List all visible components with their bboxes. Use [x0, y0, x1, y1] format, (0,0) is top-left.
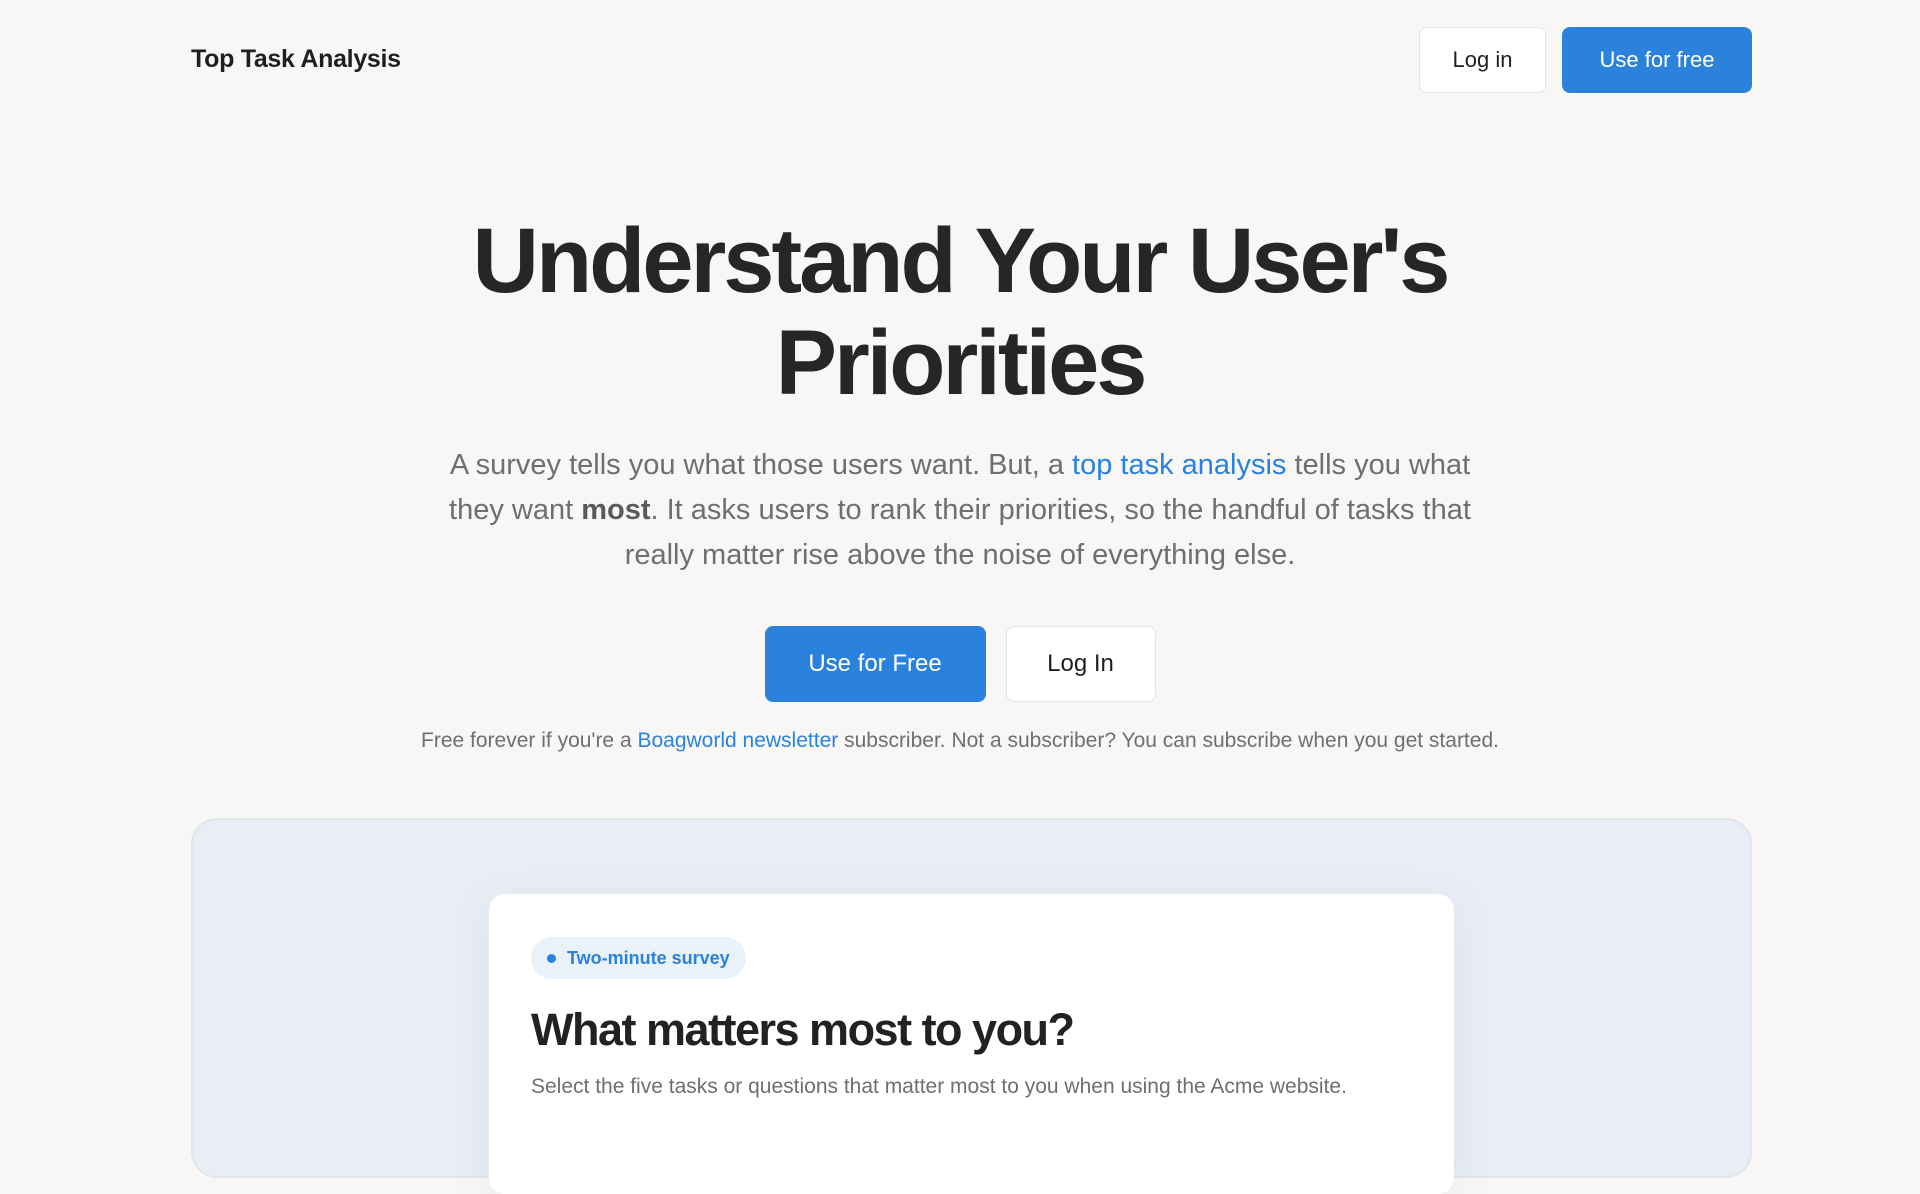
survey-duration-badge: Two-minute survey: [531, 937, 746, 979]
survey-preview-card: Two-minute survey What matters most to y…: [489, 894, 1454, 1194]
hero-title-line-2: Priorities: [775, 312, 1148, 414]
boagworld-newsletter-link[interactable]: Boagworld newsletter: [637, 729, 838, 752]
top-task-analysis-link[interactable]: top task analysis: [1072, 449, 1286, 481]
hero-use-for-free-button[interactable]: Use for Free: [764, 626, 986, 702]
header-use-for-free-button[interactable]: Use for free: [1562, 27, 1752, 93]
hero-subtitle-part-3: . It asks users to rank their priorities…: [624, 494, 1471, 571]
site-header: Top Task Analysis Log in Use for free: [0, 0, 1920, 122]
survey-question-title: What matters most to you?: [531, 1004, 1075, 1055]
subscriber-note-part-2: subscriber. Not a subscriber? You can su…: [838, 729, 1499, 752]
hero-actions: Use for Free Log In: [0, 626, 1920, 702]
hero-login-button[interactable]: Log In: [1005, 626, 1156, 702]
brand-logo[interactable]: Top Task Analysis: [191, 45, 401, 74]
survey-question-description: Select the five tasks or questions that …: [531, 1075, 1347, 1098]
hero-title: Understand Your User's Priorities: [0, 210, 1920, 414]
badge-dot-icon: [547, 953, 556, 963]
header-actions: Log in Use for free: [1419, 27, 1752, 93]
hero-subtitle-emphasis: most: [581, 494, 651, 526]
hero-subtitle: A survey tells you what those users want…: [420, 443, 1500, 578]
subscriber-note-part-1: Free forever if you're a: [421, 729, 638, 752]
survey-duration-label: Two-minute survey: [567, 947, 730, 968]
subscriber-note: Free forever if you're a Boagworld newsl…: [0, 729, 1920, 753]
hero-subtitle-part-1: A survey tells you what those users want…: [449, 449, 1073, 481]
hero-title-line-1: Understand Your User's: [472, 210, 1451, 312]
header-login-button[interactable]: Log in: [1419, 27, 1546, 93]
